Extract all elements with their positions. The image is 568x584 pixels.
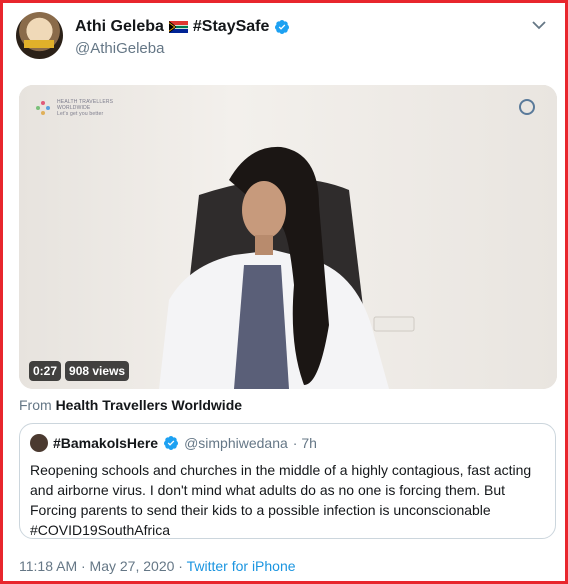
quoted-tweet-header: #BamakoIsHere @simphiwedana · 7h [30, 434, 317, 452]
video-brand-logo: HEALTH TRAVELLERS WORLDWIDE Let's get yo… [35, 99, 137, 117]
tweet-header: Athi Geleba #StaySafe @AthiGeleba [16, 12, 552, 64]
name-row: Athi Geleba #StaySafe [75, 18, 290, 36]
brand-logo-icon [36, 101, 50, 115]
tweet-footer: 11:18 AM · May 27, 2020 · Twitter for iP… [19, 558, 296, 574]
source-link[interactable]: Health Travellers Worldwide [56, 397, 242, 413]
tweet-client[interactable]: Twitter for iPhone [187, 558, 296, 574]
quoted-avatar [30, 434, 48, 452]
verified-icon [275, 20, 290, 34]
channel-watermark-icon [519, 99, 535, 115]
video-source: From Health Travellers Worldwide [19, 397, 242, 413]
quoted-time: · 7h [292, 435, 317, 451]
chevron-down-icon[interactable] [532, 20, 546, 30]
verified-icon [164, 436, 179, 450]
quoted-handle: @simphiwedana [184, 435, 288, 451]
avatar[interactable] [16, 12, 63, 59]
display-name[interactable]: Athi Geleba [75, 18, 164, 36]
video-player[interactable]: HEALTH TRAVELLERS WORLDWIDE Let's get yo… [19, 85, 557, 389]
source-prefix: From [19, 397, 52, 413]
tweet-timestamp[interactable]: 11:18 AM · May 27, 2020 [19, 558, 174, 574]
quoted-tweet-text: Reopening schools and churches in the mi… [30, 462, 532, 538]
quoted-tweet[interactable]: #BamakoIsHere @simphiwedana · 7h Reopeni… [19, 423, 556, 539]
video-duration: 0:27 [29, 361, 62, 381]
brand-line-3: Let's get you better [57, 111, 104, 117]
video-presenter-image [159, 146, 415, 389]
video-views: 908 views [65, 361, 130, 381]
quoted-display-name: #BamakoIsHere [53, 435, 159, 451]
user-handle[interactable]: @AthiGeleba [75, 40, 164, 57]
south-africa-flag-icon [168, 21, 188, 33]
video-badges: 0:27 908 views [29, 361, 130, 381]
profile-hashtag[interactable]: #StaySafe [193, 18, 270, 36]
tweet-frame: Athi Geleba #StaySafe @AthiGeleba HEALTH… [0, 0, 568, 584]
